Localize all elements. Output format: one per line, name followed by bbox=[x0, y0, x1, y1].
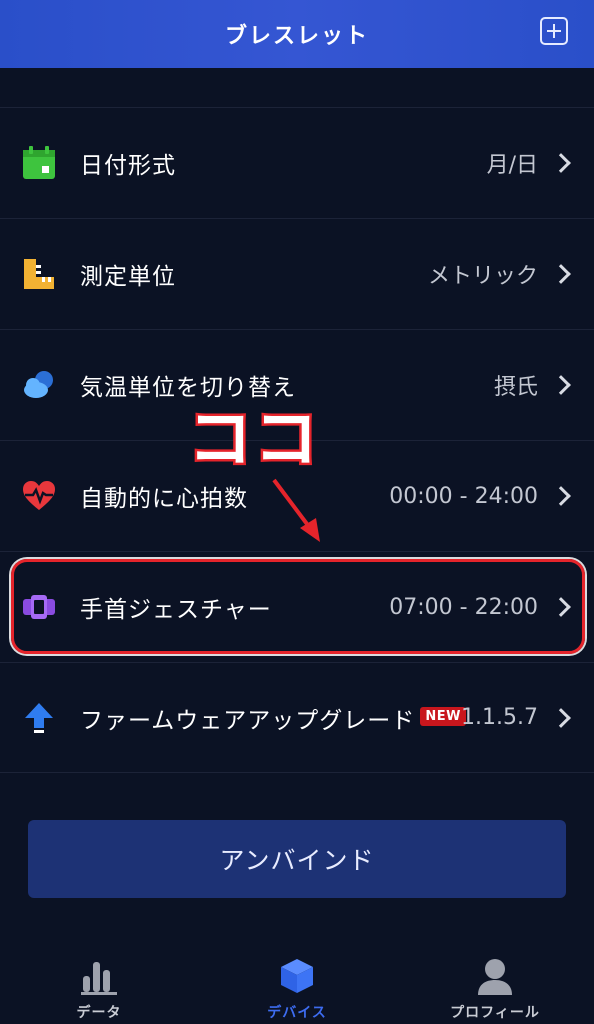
header-bar: ブレスレット bbox=[0, 0, 594, 68]
setting-value: 1.1.5.7 bbox=[461, 705, 538, 730]
setting-label: 日付形式 bbox=[80, 153, 176, 179]
annotation-arrow-icon bbox=[272, 478, 320, 542]
setting-value: 00:00 - 24:00 bbox=[389, 483, 538, 509]
bar-chart-icon bbox=[81, 962, 117, 995]
tab-device[interactable]: デバイス bbox=[198, 950, 396, 1024]
upload-arrow-icon bbox=[25, 703, 53, 733]
setting-label: 自動的に心拍数 bbox=[80, 486, 248, 512]
ruler-icon bbox=[24, 259, 54, 289]
setting-value: メトリック bbox=[427, 264, 538, 289]
chevron-right-icon bbox=[551, 486, 571, 506]
unbind-button[interactable]: アンバインド bbox=[28, 820, 566, 898]
page-title: ブレスレット bbox=[224, 24, 369, 49]
weather-cloud-icon bbox=[24, 371, 53, 398]
bottom-tab-bar: データ デバイス プロフィール bbox=[0, 950, 594, 1024]
setting-label: 測定単位 bbox=[80, 264, 176, 290]
calendar-icon bbox=[23, 146, 55, 179]
cube-icon bbox=[281, 959, 313, 993]
tab-label: データ bbox=[76, 1005, 122, 1021]
tab-label: デバイス bbox=[267, 1005, 327, 1021]
tab-profile[interactable]: プロフィール bbox=[396, 950, 594, 1024]
tab-label: プロフィール bbox=[450, 1005, 540, 1021]
setting-label: 気温単位を切り替え bbox=[80, 375, 296, 401]
chevron-right-icon bbox=[551, 264, 571, 284]
new-badge: NEW bbox=[420, 707, 466, 726]
annotation-label: ココ bbox=[186, 403, 321, 477]
highlight-box bbox=[11, 559, 585, 654]
person-icon bbox=[478, 959, 512, 995]
setting-row-firmware-upgrade[interactable]: ファームウェアアップグレード NEW 1.1.5.7 bbox=[0, 662, 594, 773]
chevron-right-icon bbox=[551, 153, 571, 173]
setting-row-measurement-unit[interactable]: 測定単位 メトリック bbox=[0, 218, 594, 329]
chevron-right-icon bbox=[551, 375, 571, 395]
heart-rate-icon bbox=[23, 481, 55, 510]
setting-value: 月/日 bbox=[486, 153, 538, 178]
chevron-right-icon bbox=[551, 707, 571, 728]
setting-value: 摂氏 bbox=[493, 375, 538, 400]
setting-label: ファームウェアアップグレード bbox=[80, 707, 416, 734]
tab-data[interactable]: データ bbox=[0, 950, 198, 1024]
add-device-icon[interactable] bbox=[540, 17, 568, 45]
setting-row-date-format[interactable]: 日付形式 月/日 bbox=[0, 107, 594, 218]
